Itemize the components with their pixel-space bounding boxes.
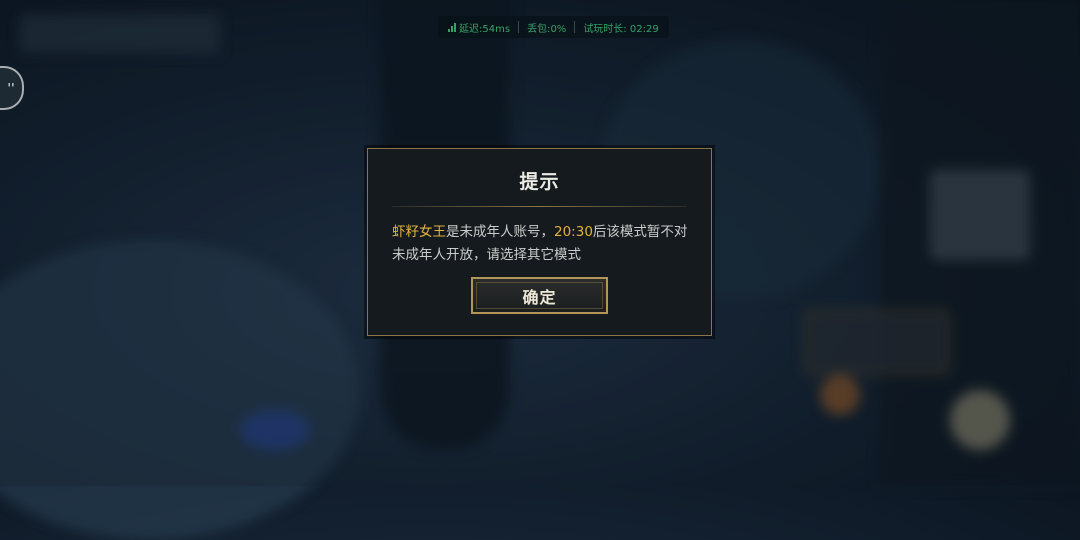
title-divider xyxy=(392,206,687,207)
notice-dialog: 提示 虾籽女王是未成年人账号，20:30后该模式暂不对未成年人开放，请选择其它模… xyxy=(367,148,712,336)
message-part-1: 是未成年人账号， xyxy=(446,224,554,240)
account-name: 虾籽女王 xyxy=(392,224,446,240)
dialog-title: 提示 xyxy=(519,171,560,193)
dialog-message: 虾籽女王是未成年人账号，20:30后该模式暂不对未成年人开放，请选择其它模式 xyxy=(392,221,693,267)
restriction-time: 20:30 xyxy=(554,224,593,240)
confirm-button[interactable]: 确定 xyxy=(471,277,608,314)
